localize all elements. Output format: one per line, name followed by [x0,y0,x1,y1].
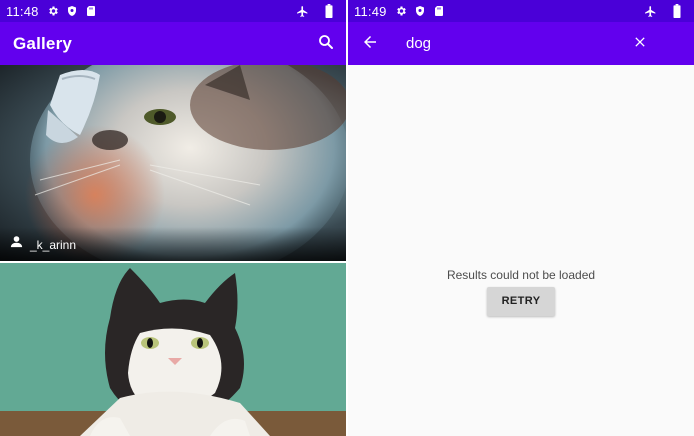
error-message: Results could not be loaded [446,268,596,282]
photo-author-name: _k_arinn [30,238,77,252]
status-time: 11:48 [6,3,39,19]
search-bar: dog [348,22,694,65]
search-screen: 11:49 dog Results could not be loaded RE… [348,0,694,436]
status-bar: 11:49 [348,0,694,22]
search-icon [317,33,335,56]
search-button[interactable] [314,32,338,56]
photo-card[interactable]: _k_arinn [0,65,346,261]
status-time: 11:49 [354,3,387,19]
gear-icon [393,3,409,19]
split-screen: 11:48 Gallery _k_arinn 11:49 dog Results… [0,0,694,436]
black-white-cat-photo [0,263,346,436]
battery-icon [321,3,337,19]
sd-card-icon [431,3,447,19]
back-button[interactable] [358,32,382,56]
app-bar: Gallery [0,22,346,65]
clear-search-button[interactable] [628,32,652,56]
close-icon [632,34,648,55]
battery-icon [669,3,685,19]
gallery-screen: 11:48 Gallery _k_arinn [0,0,346,436]
retry-button[interactable]: RETRY [487,287,555,316]
search-input[interactable]: dog [406,35,431,52]
person-icon [9,234,24,254]
error-state: Results could not be loaded RETRY [348,268,694,316]
status-bar: 11:48 [0,0,346,22]
sd-card-icon [83,3,99,19]
back-arrow-icon [361,33,379,56]
airplane-mode-icon [642,3,658,19]
airplane-mode-icon [294,3,310,19]
gear-icon [45,3,61,19]
page-title: Gallery [13,33,73,53]
shield-icon [412,3,428,19]
photo-card[interactable] [0,263,346,436]
shield-icon [64,3,80,19]
photo-author-bar: _k_arinn [0,227,346,261]
